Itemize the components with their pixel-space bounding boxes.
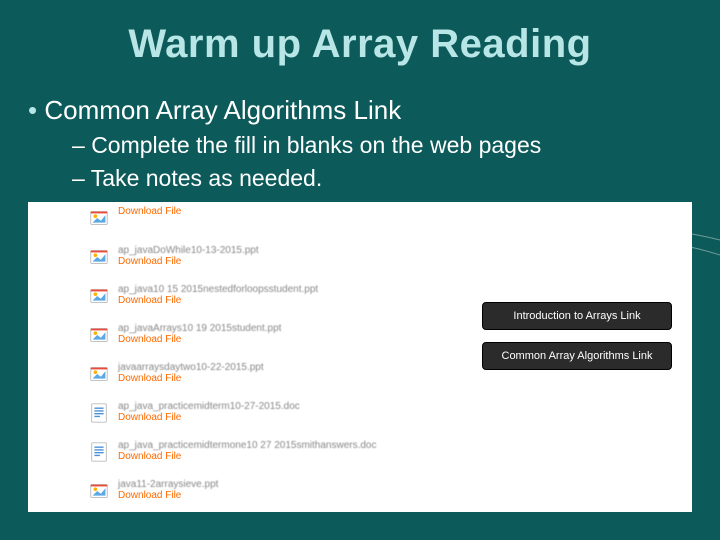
- download-file-link[interactable]: Download File: [118, 295, 318, 306]
- file-text: ap_javaArrays10 19 2015student.pptDownlo…: [118, 323, 281, 345]
- file-row: ap_javaDoWhile10-13-2015.pptDownload Fil…: [88, 245, 692, 273]
- ppt-icon: [88, 207, 110, 229]
- file-text: java11-2arraysieve.pptDownload File: [118, 479, 218, 501]
- download-file-link[interactable]: Download File: [118, 373, 264, 384]
- file-text: Download File: [118, 206, 181, 217]
- file-row: java11-2arraysieve.pptDownload File: [88, 479, 692, 507]
- download-file-link[interactable]: Download File: [118, 412, 300, 423]
- file-row: Download File: [88, 206, 692, 234]
- bullet-sub-1: Complete the fill in blanks on the web p…: [72, 132, 720, 159]
- bullet-main: Common Array Algorithms Link: [28, 95, 720, 126]
- download-file-link[interactable]: Download File: [118, 206, 181, 217]
- file-name: ap_javaDoWhile10-13-2015.ppt: [118, 245, 259, 256]
- slide-title: Warm up Array Reading: [0, 0, 720, 67]
- file-name: ap_javaArrays10 19 2015student.ppt: [118, 323, 281, 334]
- file-name: ap_java_practicemidtermone10 27 2015smit…: [118, 440, 376, 451]
- intro-arrays-button[interactable]: Introduction to Arrays Link: [482, 302, 672, 330]
- file-row: ap_java_practicemidtermone10 27 2015smit…: [88, 440, 692, 468]
- file-text: ap_javaDoWhile10-13-2015.pptDownload Fil…: [118, 245, 259, 267]
- file-row: ap_java_practicemidterm10-27-2015.docDow…: [88, 401, 692, 429]
- doc-icon: [88, 441, 110, 463]
- common-array-button[interactable]: Common Array Algorithms Link: [482, 342, 672, 370]
- download-file-link[interactable]: Download File: [118, 334, 281, 345]
- file-text: ap_java_practicemidterm10-27-2015.docDow…: [118, 401, 300, 423]
- file-text: ap_java_practicemidtermone10 27 2015smit…: [118, 440, 376, 462]
- file-name: java11-2arraysieve.ppt: [118, 479, 218, 490]
- file-name: ap_java10 15 2015nestedforloopsstudent.p…: [118, 284, 318, 295]
- bullet-sub-2: Take notes as needed.: [72, 165, 720, 192]
- download-file-link[interactable]: Download File: [118, 490, 218, 501]
- file-text: ap_java10 15 2015nestedforloopsstudent.p…: [118, 284, 318, 306]
- ppt-icon: [88, 480, 110, 502]
- download-file-link[interactable]: Download File: [118, 451, 376, 462]
- doc-icon: [88, 402, 110, 424]
- embedded-screenshot: Download Fileap_javaDoWhile10-13-2015.pp…: [28, 202, 692, 512]
- ppt-icon: [88, 363, 110, 385]
- file-name: ap_java_practicemidterm10-27-2015.doc: [118, 401, 300, 412]
- download-file-link[interactable]: Download File: [118, 256, 259, 267]
- file-text: javaarraysdaytwo10-22-2015.pptDownload F…: [118, 362, 264, 384]
- button-panel: Introduction to Arrays Link Common Array…: [482, 302, 672, 370]
- ppt-icon: [88, 285, 110, 307]
- file-name: javaarraysdaytwo10-22-2015.ppt: [118, 362, 264, 373]
- ppt-icon: [88, 324, 110, 346]
- ppt-icon: [88, 246, 110, 268]
